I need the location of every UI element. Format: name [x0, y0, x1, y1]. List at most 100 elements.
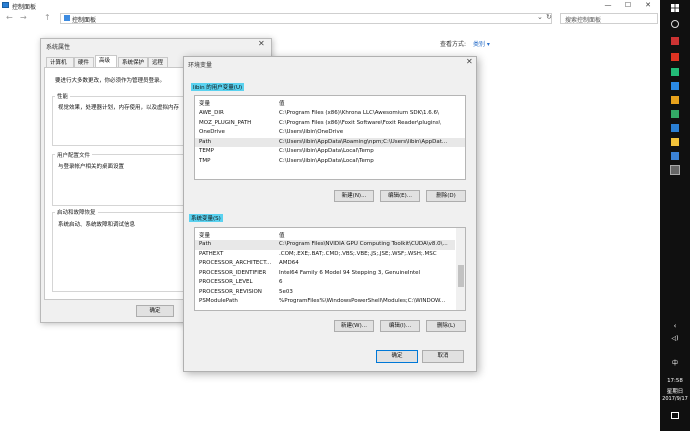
- table-row[interactable]: AWE_DIR C:\Program Files (x86)\Khrona LL…: [195, 109, 465, 119]
- column-header-value[interactable]: 值: [279, 231, 285, 239]
- table-row[interactable]: OneDrive C:\Users\libin\OneDrive: [195, 128, 465, 138]
- table-row[interactable]: PROCESSOR_LEVEL 6: [195, 278, 455, 288]
- variable-value: Intel64 Family 6 Model 94 Stepping 3, Ge…: [279, 269, 421, 276]
- refresh-icon[interactable]: ↻: [546, 13, 552, 21]
- user-new-button[interactable]: 新建(N)...: [334, 190, 374, 202]
- variable-name: PSModulePath: [199, 298, 238, 304]
- user-delete-button[interactable]: 删除(D): [426, 190, 466, 202]
- viewby-label: 查看方式:: [440, 41, 467, 48]
- column-header-value[interactable]: 值: [279, 99, 285, 107]
- column-header-variable[interactable]: 变量: [199, 231, 210, 239]
- speaker-icon[interactable]: ◁): [660, 335, 690, 342]
- app-icon[interactable]: [671, 37, 679, 45]
- file-explorer-icon[interactable]: [671, 138, 679, 146]
- table-row[interactable]: PATHEXT .COM;.EXE;.BAT;.CMD;.VBS;.VBE;.J…: [195, 250, 455, 260]
- environment-variables-title: 环境变量: [188, 62, 213, 69]
- table-row[interactable]: PROCESSOR_REVISION 5e03: [195, 288, 455, 298]
- system-edit-button[interactable]: 编辑(I)...: [380, 320, 420, 332]
- close-icon[interactable]: ✕: [258, 39, 265, 48]
- app-icon[interactable]: [671, 152, 679, 160]
- control-panel-taskbar-icon[interactable]: [670, 165, 680, 175]
- ime-indicator[interactable]: 中: [660, 358, 690, 367]
- tab-system-protection[interactable]: 系统保护: [118, 57, 148, 67]
- variable-value: 5e03: [279, 288, 293, 295]
- system-variables-rows: Path C:\Program Files\NVIDIA GPU Computi…: [195, 240, 455, 307]
- viewby-dropdown[interactable]: 类别 ▾: [473, 39, 490, 48]
- system-properties-title: 系统属性: [46, 44, 71, 51]
- close-icon[interactable]: ✕: [466, 57, 473, 66]
- minimize-button[interactable]: —: [598, 0, 618, 11]
- app-icon[interactable]: [671, 53, 679, 61]
- variable-name: PROCESSOR_LEVEL: [199, 279, 253, 285]
- variable-value: C:\Users\libin\AppData\Roaming\npm;C:\Us…: [279, 138, 448, 145]
- tab-remote[interactable]: 远程: [148, 57, 168, 67]
- user-edit-button[interactable]: 编辑(E)...: [380, 190, 420, 202]
- variable-value: AMD64: [279, 260, 299, 266]
- user-variables-label: libin 的用户变量(U): [191, 83, 245, 91]
- tab-advanced[interactable]: 高级: [95, 55, 117, 67]
- clock-time[interactable]: 17:58: [660, 378, 690, 384]
- maximize-button[interactable]: ☐: [618, 0, 638, 11]
- tab-computer-name[interactable]: 计算机名: [46, 57, 74, 76]
- back-arrow-icon[interactable]: ←: [6, 13, 13, 22]
- column-header-variable[interactable]: 变量: [199, 99, 210, 107]
- scrollbar-thumb[interactable]: [458, 265, 464, 287]
- up-arrow-icon[interactable]: ↑: [44, 13, 51, 22]
- variable-name: Path: [199, 241, 212, 247]
- search-icon[interactable]: [671, 20, 679, 28]
- performance-title: 性能: [55, 92, 71, 100]
- variable-name: MOZ_PLUGIN_PATH: [199, 119, 252, 126]
- variable-value: C:\Program Files\NVIDIA GPU Computing To…: [279, 241, 448, 247]
- variable-value: 6: [279, 279, 283, 285]
- browser-icon[interactable]: [671, 82, 679, 90]
- control-panel-titlebar: [0, 0, 660, 11]
- variable-name: PROCESSOR_ARCHITECT...: [199, 260, 272, 266]
- system-new-button[interactable]: 新建(W)...: [334, 320, 374, 332]
- table-row[interactable]: PSModulePath %ProgramFiles%\WindowsPower…: [195, 297, 455, 307]
- variable-value: C:\Users\libin\AppData\Local\Temp: [279, 157, 374, 164]
- variable-value: C:\Program Files (x86)\Khrona LLC\Awesom…: [279, 110, 439, 116]
- table-row[interactable]: PROCESSOR_IDENTIFIER Intel64 Family 6 Mo…: [195, 269, 455, 279]
- app-icon[interactable]: [671, 68, 679, 76]
- user-profile-title: 用户配置文件: [55, 151, 93, 159]
- table-row[interactable]: TMP C:\Users\libin\AppData\Local\Temp: [195, 157, 465, 167]
- notification-icon[interactable]: [671, 412, 679, 419]
- address-dropdown-icon[interactable]: ⌄: [537, 13, 543, 21]
- variable-name: AWE_DIR: [199, 110, 224, 116]
- control-panel-small-icon: [64, 15, 70, 21]
- variable-name: OneDrive: [199, 129, 225, 135]
- variable-value: .COM;.EXE;.BAT;.CMD;.VBS;.VBE;.JS;.JSE;.…: [279, 250, 437, 257]
- forward-arrow-icon[interactable]: →: [20, 13, 27, 22]
- search-placeholder: 搜索控制面板: [565, 17, 602, 24]
- variable-name: TMP: [199, 157, 211, 164]
- variable-name: PROCESSOR_IDENTIFIER: [199, 269, 267, 276]
- table-row-selected[interactable]: Path C:\Program Files\NVIDIA GPU Computi…: [195, 240, 455, 250]
- envvar-ok-button[interactable]: 确定: [376, 350, 418, 363]
- address-bar[interactable]: [60, 13, 552, 24]
- table-row[interactable]: PROCESSOR_ARCHITECT... AMD64: [195, 259, 455, 269]
- user-variables-rows: AWE_DIR C:\Program Files (x86)\Khrona LL…: [195, 109, 465, 166]
- control-panel-icon: [2, 2, 9, 8]
- app-icon[interactable]: [671, 110, 679, 118]
- system-delete-button[interactable]: 删除(L): [426, 320, 466, 332]
- system-variables-label: 系统变量(S): [189, 214, 223, 222]
- variable-name: Path: [199, 138, 212, 145]
- performance-text: 视觉效果，处理器计划，内存使用，以及虚拟内存: [58, 105, 180, 111]
- variable-name: PROCESSOR_REVISION: [199, 288, 262, 295]
- address-breadcrumb[interactable]: 控制面板: [72, 15, 96, 24]
- chevron-up-icon[interactable]: ‹: [660, 322, 690, 330]
- tab-hardware[interactable]: 硬件: [74, 57, 94, 67]
- table-row[interactable]: TEMP C:\Users\libin\AppData\Local\Temp: [195, 147, 465, 157]
- app-icon[interactable]: [671, 124, 679, 132]
- table-row-selected[interactable]: Path C:\Users\libin\AppData\Roaming\npm;…: [195, 137, 465, 147]
- clock-weekday[interactable]: 星期日: [660, 387, 690, 395]
- sysprop-ok-button[interactable]: 确定: [136, 305, 174, 317]
- table-row[interactable]: MOZ_PLUGIN_PATH C:\Program Files (x86)\F…: [195, 119, 465, 129]
- windows-start-icon[interactable]: [671, 4, 679, 12]
- startup-recovery-text: 系统启动、系统故障和调试信息: [58, 222, 136, 228]
- clock-date[interactable]: 2017/9/17: [660, 396, 690, 402]
- close-button[interactable]: ✕: [638, 0, 658, 11]
- envvar-cancel-button[interactable]: 取消: [422, 350, 464, 363]
- variable-value: %ProgramFiles%\WindowsPowerShell\Modules…: [279, 298, 446, 304]
- chrome-icon[interactable]: [671, 96, 679, 104]
